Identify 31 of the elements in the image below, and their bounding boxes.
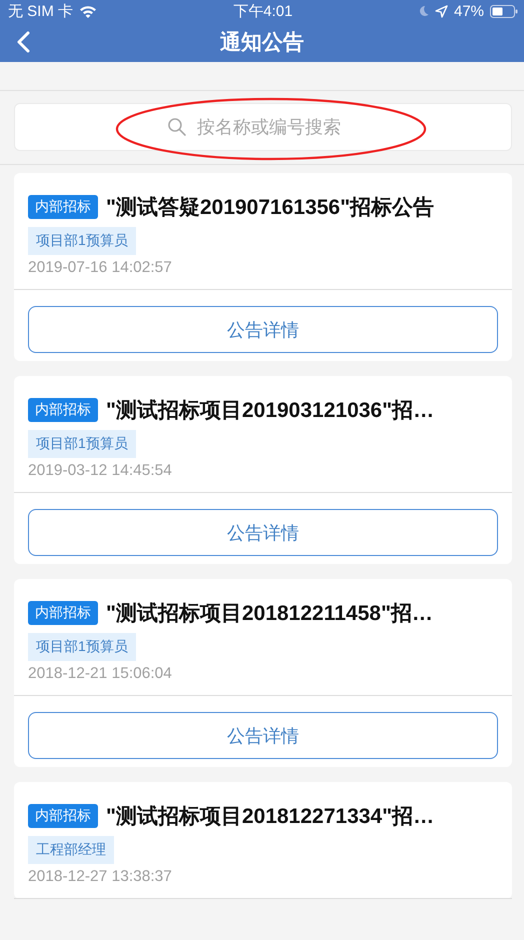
notice-title: "测试答疑201907161356"招标公告 [106,195,434,221]
wifi-icon [79,4,98,18]
moon-icon [418,5,429,17]
notice-date: 2019-07-16 14:02:57 [28,259,172,277]
search-icon [167,117,187,137]
clock: 下午4:01 [233,2,293,20]
notice-date: 2019-03-12 14:45:54 [28,462,172,480]
search-input[interactable]: 按名称或编号搜索 [195,116,359,138]
role-tag: 项目部1预算员 [28,227,136,255]
category-tag: 内部招标 [28,804,98,828]
role-tag: 项目部1预算员 [28,430,136,458]
notice-date: 2018-12-27 13:38:37 [28,868,172,886]
battery-percent: 47% [454,2,484,20]
carrier-label: 无 SIM 卡 [8,2,74,20]
details-button[interactable]: 公告详情 [28,712,498,759]
back-icon[interactable] [16,31,30,53]
page-title: 通知公告 [220,30,304,56]
role-tag: 工程部经理 [28,836,114,864]
battery-icon [490,4,518,18]
category-tag: 内部招标 [28,601,98,625]
search-field[interactable]: 按名称或编号搜索 [14,103,512,151]
notice-title: "测试招标项目201903121036"招… [106,398,434,424]
role-tag: 项目部1预算员 [28,633,136,661]
notice-title: "测试招标项目201812271334"招… [106,804,434,830]
details-button[interactable]: 公告详情 [28,306,498,353]
category-tag: 内部招标 [28,398,98,422]
notice-date: 2018-12-21 15:06:04 [28,665,172,683]
location-arrow-icon [434,4,448,18]
notice-title: "测试招标项目201812211458"招… [106,601,433,627]
category-tag: 内部招标 [28,195,98,219]
details-button[interactable]: 公告详情 [28,509,498,556]
